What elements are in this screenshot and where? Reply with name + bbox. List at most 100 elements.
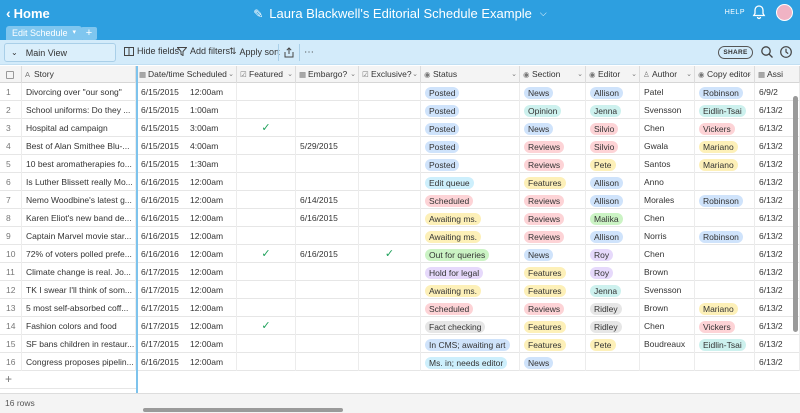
cell-featured[interactable] (237, 83, 296, 101)
chevron-down-icon[interactable]: ⌄ (746, 66, 752, 83)
cell-copy-editor[interactable]: Robinson (695, 227, 755, 245)
cell-featured[interactable] (237, 191, 296, 209)
cell-date-scheduled[interactable]: 6/15/2015 3:00am (136, 119, 237, 137)
cell-story[interactable]: Fashion colors and food (22, 317, 136, 335)
table-row[interactable]: 9 Captain Marvel movie star... 6/16/2015 12… (0, 227, 800, 245)
cell-story[interactable]: 5 most self-absorbed coff... (22, 299, 136, 317)
cell-embargo[interactable] (296, 83, 359, 101)
cell-status[interactable]: Awaiting ms. (421, 209, 520, 227)
cell-status[interactable]: Posted (421, 137, 520, 155)
column-header-assi[interactable]: ▦ Assi (755, 66, 800, 83)
cell-copy-editor[interactable]: Mariano (695, 299, 755, 317)
table-row[interactable]: 8 Karen Eliot's new band de... 6/16/2015 12… (0, 209, 800, 227)
export-icon[interactable] (281, 44, 297, 60)
cell-date-scheduled[interactable]: 6/17/2015 12:00am (136, 263, 237, 281)
frozen-column-divider[interactable] (136, 66, 138, 393)
cell-author[interactable]: Chen (640, 209, 695, 227)
cell-featured[interactable] (237, 227, 296, 245)
cell-author[interactable]: Chen (640, 119, 695, 137)
cell-embargo[interactable] (296, 263, 359, 281)
cell-editor[interactable]: Jenna (586, 281, 640, 299)
cell-embargo[interactable]: 5/29/2015 (296, 137, 359, 155)
chevron-down-icon[interactable]: ⌄ (350, 66, 356, 83)
cell-section[interactable]: News (520, 119, 586, 137)
select-all-checkbox[interactable] (0, 66, 22, 83)
table-row[interactable]: 12 TK I swear I'll think of som... 6/17/20… (0, 281, 800, 299)
cell-story[interactable]: School uniforms: Do they ... (22, 101, 136, 119)
table-row[interactable]: 1 Divorcing over "our song" 6/15/2015 12:00… (0, 83, 800, 101)
cell-copy-editor[interactable] (695, 353, 755, 371)
cell-copy-editor[interactable]: Robinson (695, 191, 755, 209)
vertical-scrollbar[interactable] (793, 96, 798, 332)
cell-status[interactable]: Out for queries (421, 245, 520, 263)
table-row[interactable]: 15 SF bans children in restaur... 6/17/201… (0, 335, 800, 353)
column-header-author[interactable]: ♙ Author ⌄ (640, 66, 695, 83)
cell-date-scheduled[interactable]: 6/16/2015 12:00am (136, 173, 237, 191)
horizontal-scrollbar[interactable] (143, 408, 343, 412)
cell-story[interactable]: 72% of voters polled prefe... (22, 245, 136, 263)
column-header-exclusive[interactable]: ☑ Exclusive? ⌄ (359, 66, 421, 83)
cell-editor[interactable]: Allison (586, 191, 640, 209)
cell-embargo[interactable] (296, 173, 359, 191)
cell-copy-editor[interactable]: Vickers (695, 119, 755, 137)
column-header-section[interactable]: ◉ Section ⌄ (520, 66, 586, 83)
cell-editor[interactable]: Roy (586, 263, 640, 281)
cell-story[interactable]: Karen Eliot's new band de... (22, 209, 136, 227)
cell-embargo[interactable] (296, 227, 359, 245)
cell-section[interactable]: News (520, 353, 586, 371)
bell-icon[interactable] (751, 4, 767, 20)
avatar[interactable] (776, 4, 793, 21)
cell-author[interactable]: Svensson (640, 281, 695, 299)
cell-date-scheduled[interactable]: 6/16/2015 12:00am (136, 191, 237, 209)
history-icon[interactable] (779, 45, 793, 59)
cell-status[interactable]: Scheduled (421, 191, 520, 209)
cell-author[interactable]: Brown (640, 263, 695, 281)
cell-author[interactable]: Gwala (640, 137, 695, 155)
cell-section[interactable]: Features (520, 263, 586, 281)
cell-story[interactable]: Divorcing over "our song" (22, 83, 136, 101)
add-filters-button[interactable]: Add filters (177, 46, 230, 56)
cell-editor[interactable]: Silvio (586, 137, 640, 155)
cell-copy-editor[interactable]: Eidlin-Tsai (695, 335, 755, 353)
cell-editor[interactable]: Malika (586, 209, 640, 227)
column-header-embargo[interactable]: ▦ Embargo? ⌄ (296, 66, 359, 83)
cell-date-scheduled[interactable]: 6/15/2015 1:30am (136, 155, 237, 173)
table-row[interactable]: 14 Fashion colors and food 6/17/2015 12:00a… (0, 317, 800, 335)
cell-copy-editor[interactable] (695, 173, 755, 191)
share-button[interactable]: SHARE (718, 46, 753, 59)
cell-section[interactable]: Reviews (520, 209, 586, 227)
cell-embargo[interactable] (296, 353, 359, 371)
cell-copy-editor[interactable] (695, 245, 755, 263)
chevron-down-icon[interactable]: ⌄ (412, 66, 418, 83)
cell-story[interactable]: Hospital ad campaign (22, 119, 136, 137)
cell-date-scheduled[interactable]: 6/17/2015 12:00am (136, 281, 237, 299)
cell-featured[interactable]: ✓ (237, 119, 296, 137)
cell-author[interactable]: Chen (640, 317, 695, 335)
cell-editor[interactable]: Allison (586, 83, 640, 101)
cell-status[interactable]: Hold for legal (421, 263, 520, 281)
help-link[interactable]: HELP (725, 9, 745, 16)
cell-status[interactable]: Posted (421, 155, 520, 173)
cell-exclusive[interactable] (359, 299, 421, 317)
cell-status[interactable]: Awaiting ms. (421, 281, 520, 299)
cell-status[interactable]: Fact checking (421, 317, 520, 335)
cell-exclusive[interactable] (359, 173, 421, 191)
cell-author[interactable]: Boudreaux (640, 335, 695, 353)
cell-date-scheduled[interactable]: 6/16/2015 12:00am (136, 209, 237, 227)
cell-featured[interactable] (237, 137, 296, 155)
cell-embargo[interactable] (296, 101, 359, 119)
cell-embargo[interactable] (296, 281, 359, 299)
cell-copy-editor[interactable] (695, 209, 755, 227)
column-header-featured[interactable]: ☑ Featured ⌄ (237, 66, 296, 83)
cell-exclusive[interactable] (359, 317, 421, 335)
cell-featured[interactable] (237, 281, 296, 299)
cell-exclusive[interactable] (359, 335, 421, 353)
cell-featured[interactable]: ✓ (237, 317, 296, 335)
cell-story[interactable]: Captain Marvel movie star... (22, 227, 136, 245)
cell-featured[interactable] (237, 353, 296, 371)
cell-exclusive[interactable] (359, 137, 421, 155)
cell-embargo[interactable]: 6/16/2015 (296, 245, 359, 263)
column-header-editor[interactable]: ◉ Editor ⌄ (586, 66, 640, 83)
add-record-button[interactable]: + (0, 371, 136, 389)
cell-embargo[interactable] (296, 317, 359, 335)
